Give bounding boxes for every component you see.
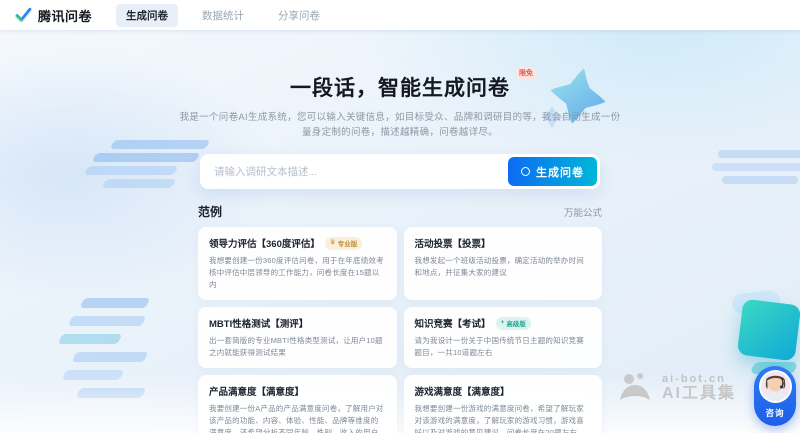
consult-widget[interactable]: 咨询 [754, 366, 796, 426]
card-game-satisfaction[interactable]: 游戏满意度【满意度】 我想要创建一份游戏的满意度问卷，希望了解玩家对该游戏的满意… [404, 375, 603, 433]
tab-generate-survey[interactable]: 生成问卷 [116, 4, 178, 27]
card-title: 产品满意度【满意度】 [209, 384, 304, 398]
survey-generate-bar: 生成问卷 [200, 154, 600, 189]
tab-share-survey[interactable]: 分享问卷 [268, 4, 330, 27]
examples-section: 范例 万能公式 领导力评估【360度评估】 ♛专业版 我想要创建一份360度评估… [198, 203, 602, 433]
universal-formula-link[interactable]: 万能公式 [564, 205, 602, 219]
examples-heading: 范例 [198, 203, 222, 220]
watermark-domain: ai-bot.cn [662, 373, 736, 385]
card-title: 活动投票【投票】 [415, 236, 491, 250]
card-title: 游戏满意度【满意度】 [415, 384, 510, 398]
promo-badge: 限免 [516, 67, 536, 79]
card-title: MBTI性格测试【测评】 [209, 316, 308, 330]
card-body: 我想要创建一份360度评估问卷，用于在年底绩效考核中评估中层领导的工作能力，问卷… [209, 255, 386, 291]
card-product-satisfaction[interactable]: 产品满意度【满意度】 我要创建一份A产品的产品满意度问卷，了解用户对该产品的功能… [198, 375, 397, 433]
card-activity-vote[interactable]: 活动投票【投票】 我想发起一个班级活动投票，确定活动的举办时间和地点，并征集大家… [404, 227, 603, 300]
generate-icon [521, 167, 530, 176]
pro-version-badge: ♛专业版 [325, 237, 362, 250]
advanced-version-badge: +高级版 [496, 317, 531, 330]
page: 腾讯问卷 生成问卷 数据统计 分享问卷 一段话，智能生成问卷限免 我是一个问卷A… [0, 0, 800, 433]
tab-data-statistics[interactable]: 数据统计 [192, 4, 254, 27]
examples-header: 范例 万能公式 [198, 203, 602, 220]
hero-description-line1: 我是一个问卷AI生成系统，您可以输入关键信息，如目标受众、品牌和调研目的等，我会… [0, 110, 800, 125]
watermark-text: ai-bot.cn AI工具集 [662, 373, 736, 403]
card-mbti-test[interactable]: MBTI性格测试【测评】 出一套简版的专业MBTI性格类型测试，让用户10题之内… [198, 307, 397, 368]
consult-label: 咨询 [765, 407, 784, 419]
card-leadership-evaluation[interactable]: 领导力评估【360度评估】 ♛专业版 我想要创建一份360度评估问卷，用于在年底… [198, 227, 397, 300]
hero-description-line2: 量身定制的问卷，描述越精确，问卷越详尽。 [0, 125, 800, 140]
brand-name: 腾讯问卷 [38, 6, 92, 25]
brand-logo-icon [15, 7, 32, 24]
robot-logo-icon [616, 372, 654, 404]
examples-grid: 领导力评估【360度评估】 ♛专业版 我想要创建一份360度评估问卷，用于在年底… [198, 227, 602, 433]
generate-button-label: 生成问卷 [536, 164, 584, 180]
crown-icon: ♛ [330, 240, 336, 247]
card-body: 我想要创建一份游戏的满意度问卷，希望了解玩家对该游戏的满意度，了解玩家的游戏习惯… [415, 403, 592, 433]
hero-section: 一段话，智能生成问卷限免 我是一个问卷AI生成系统，您可以输入关键信息，如目标受… [0, 72, 800, 140]
decorative-teal-cube [737, 299, 800, 362]
card-body: 出一套简版的专业MBTI性格类型测试，让用户10题之内就能获得测试结果 [209, 335, 386, 359]
brand[interactable]: 腾讯问卷 [15, 6, 92, 25]
card-title: 领导力评估【360度评估】 [209, 236, 320, 250]
card-knowledge-quiz[interactable]: 知识竞赛【考试】 +高级版 请为我设计一份关于中国传统节日主题的知识竞赛题目，一… [404, 307, 603, 368]
decorative-bars-left [86, 140, 208, 192]
card-body: 我要创建一份A产品的产品满意度问卷，了解用户对该产品的功能、内容、体验、性能、品… [209, 403, 386, 433]
plus-icon: + [501, 320, 505, 327]
card-title: 知识竞赛【考试】 [415, 316, 491, 330]
card-body: 请为我设计一份关于中国传统节日主题的知识竞赛题目，一共10道题左右 [415, 335, 592, 359]
decorative-bars-right [712, 150, 800, 189]
generate-survey-button[interactable]: 生成问卷 [508, 157, 597, 186]
nav-tabs: 生成问卷 数据统计 分享问卷 [116, 4, 330, 27]
watermark: ai-bot.cn AI工具集 [616, 372, 736, 404]
survey-description-input[interactable] [203, 166, 508, 178]
page-title: 一段话，智能生成问卷限免 [290, 72, 510, 102]
watermark-title: AI工具集 [662, 385, 736, 403]
hero-description: 我是一个问卷AI生成系统，您可以输入关键信息，如目标受众、品牌和调研目的等，我会… [0, 110, 800, 140]
decorative-cube-highlight [731, 290, 781, 315]
card-body: 我想发起一个班级活动投票，确定活动的举办时间和地点，并征集大家的建议 [415, 255, 592, 279]
decorative-bars-bottom-left [60, 298, 148, 406]
consult-avatar [759, 370, 792, 403]
top-navbar: 腾讯问卷 生成问卷 数据统计 分享问卷 [0, 0, 800, 30]
